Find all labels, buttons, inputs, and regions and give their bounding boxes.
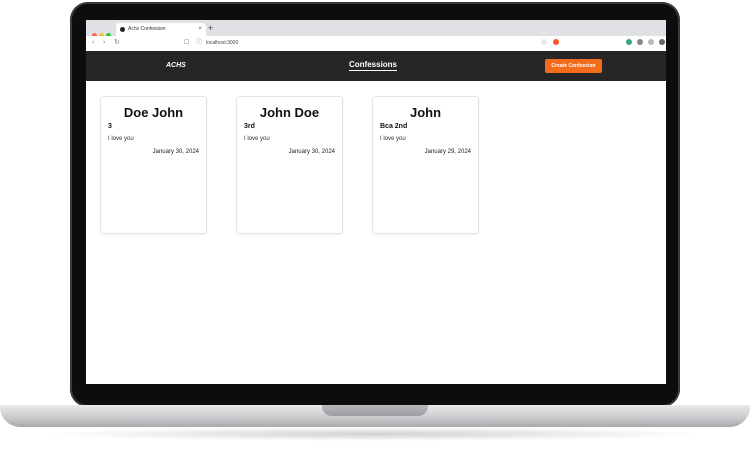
app-header: ACHS Confessions Create Confession <box>86 51 666 81</box>
confession-card[interactable]: Doe John 3 I love you January 30, 2024 <box>100 96 207 234</box>
brave-shield-icon[interactable] <box>553 39 559 45</box>
wallet-icon[interactable] <box>637 39 643 45</box>
site-info-icon[interactable]: ⓘ <box>196 39 202 48</box>
bookmark-icon[interactable]: ☐ <box>184 39 189 48</box>
url-text: localhost:3000 <box>206 40 239 46</box>
new-tab-button[interactable]: + <box>208 22 213 34</box>
sidebar-icon[interactable] <box>659 39 665 45</box>
confession-class: 3rd <box>244 123 255 130</box>
favicon-icon <box>120 27 125 32</box>
create-confession-button[interactable]: Create Confession <box>545 59 602 73</box>
confession-date: January 30, 2024 <box>152 149 199 155</box>
confession-date: January 29, 2024 <box>424 149 471 155</box>
confession-message: I love you <box>108 136 134 142</box>
reload-icon[interactable]: ↻ <box>114 38 120 48</box>
confession-date: January 30, 2024 <box>288 149 335 155</box>
tab-close-icon[interactable]: × <box>198 23 202 36</box>
browser-tab[interactable]: Achs Confession × <box>116 23 206 36</box>
extension-icon[interactable] <box>626 39 632 45</box>
nav-confessions-link[interactable]: Confessions <box>349 60 398 71</box>
confession-recipient: Doe John <box>123 105 184 120</box>
laptop-notch <box>322 405 428 416</box>
confession-card[interactable]: John Bca 2nd I love you January 29, 2024 <box>372 96 479 234</box>
confession-card[interactable]: John Doe 3rd I love you January 30, 2024 <box>236 96 343 234</box>
brand-logo[interactable]: ACHS <box>166 51 186 81</box>
share-icon[interactable] <box>541 39 547 45</box>
forward-icon[interactable]: › <box>103 38 105 48</box>
confession-message: I love you <box>380 136 406 142</box>
confession-class: 3 <box>108 123 112 130</box>
confession-message: I love you <box>244 136 270 142</box>
tab-title: Achs Confession <box>128 26 166 32</box>
url-field[interactable]: ☐ ⓘ localhost:3000 <box>184 38 534 49</box>
confession-recipient: John Doe <box>259 105 320 120</box>
confession-recipient: John <box>409 105 442 120</box>
screen: Achs Confession × + ‹ › ↻ ☐ ⓘ localhost:… <box>86 20 666 384</box>
browser-tab-strip: Achs Confession × + <box>86 20 666 38</box>
back-icon[interactable]: ‹ <box>92 38 94 48</box>
laptop-shadow <box>40 427 710 441</box>
puzzle-icon[interactable] <box>648 39 654 45</box>
address-bar-row: ‹ › ↻ ☐ ⓘ localhost:3000 <box>86 36 666 52</box>
confession-class: Bca 2nd <box>380 123 408 130</box>
